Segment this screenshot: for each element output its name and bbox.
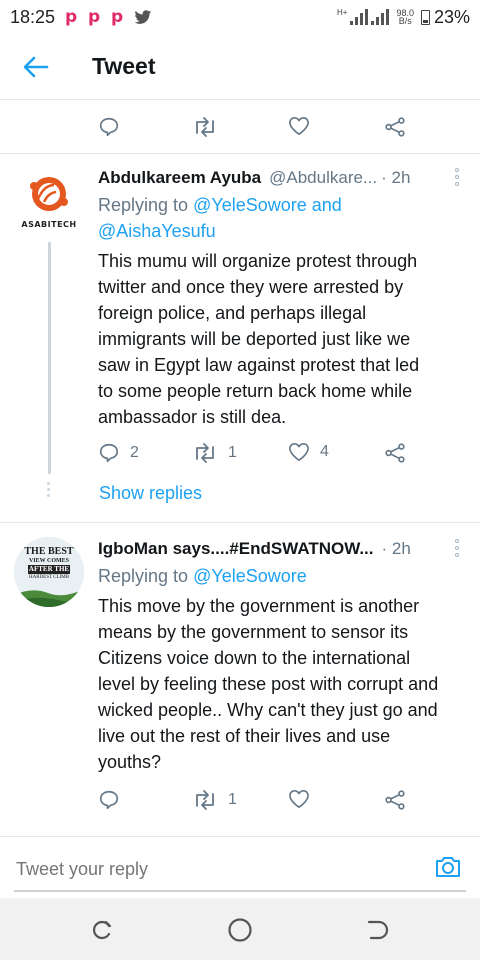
show-replies-link[interactable]: Show replies	[99, 483, 202, 504]
retweet-button[interactable]	[192, 116, 218, 138]
author-name[interactable]: IgboMan says....#EndSWATNOW...	[98, 539, 374, 559]
mention-link[interactable]: @YeleSowore	[193, 566, 307, 586]
reply-icon	[99, 790, 119, 810]
retweet-button[interactable]: 1	[192, 442, 237, 464]
reply-button[interactable]: 2	[98, 442, 139, 464]
back-nav-button[interactable]	[365, 917, 391, 943]
tweet-body: This mumu will organize protest through …	[98, 251, 420, 427]
avatar-caption: ASABITECH	[21, 220, 77, 229]
share-icon	[385, 790, 405, 810]
tweet-actions: 2 1 4	[98, 442, 418, 466]
like-button[interactable]: 4	[288, 442, 329, 462]
replying-to: Replying to @YeleSowore and @AishaYesufu	[98, 195, 342, 241]
signal-bars-icon	[371, 9, 390, 25]
reply-composer	[0, 836, 480, 898]
retweet-count: 1	[228, 791, 237, 808]
home-button[interactable]	[227, 917, 253, 943]
like-icon	[289, 117, 309, 135]
tweet-reply-input[interactable]	[16, 859, 396, 880]
reply-count: 2	[130, 444, 139, 461]
main-tweet-actions	[98, 116, 418, 140]
battery-indicator: 23%	[420, 7, 470, 28]
mention-link[interactable]: @YeleSowore and	[193, 195, 342, 215]
reply-tweet[interactable]: ASABITECH Abdulkareem Ayuba @Abdulkare..…	[0, 154, 480, 522]
battery-icon	[420, 9, 430, 25]
tweet-header: Abdulkareem Ayuba @Abdulkare... · 2h	[98, 168, 440, 188]
network-indicator: H+	[336, 8, 390, 25]
more-icon	[455, 539, 459, 543]
app-notification-icon: p	[65, 7, 78, 27]
app-notification-icon: p	[88, 7, 101, 27]
share-button[interactable]	[384, 442, 406, 464]
tweet-actions: 1	[98, 789, 418, 813]
more-options-button[interactable]	[454, 539, 460, 559]
network-speed: 98.0 B/s	[396, 8, 414, 26]
reply-icon	[99, 117, 119, 137]
back-nav-icon	[367, 920, 389, 940]
network-type: H+	[336, 8, 348, 17]
like-icon	[289, 790, 309, 808]
camera-icon	[436, 857, 460, 877]
reply-button[interactable]	[98, 789, 120, 811]
author-name[interactable]: Abdulkareem Ayuba	[98, 168, 261, 188]
like-button[interactable]	[288, 789, 310, 809]
tweet-time: · 2h	[381, 539, 411, 558]
retweet-count: 1	[228, 444, 237, 461]
author-handle[interactable]: @Abdulkare...	[269, 168, 377, 188]
thread-continuation-dots	[47, 482, 51, 500]
like-button[interactable]	[288, 116, 310, 136]
back-button[interactable]	[22, 53, 50, 81]
thread-line	[48, 242, 51, 474]
avatar[interactable]: ASABITECH	[14, 166, 84, 236]
share-button[interactable]	[384, 789, 406, 811]
retweet-icon	[196, 443, 214, 463]
home-icon	[228, 918, 252, 942]
status-time: 18:25	[10, 6, 56, 27]
app-notification-icon: p	[111, 7, 124, 27]
share-button[interactable]	[384, 116, 406, 138]
app-header: Tweet	[0, 34, 480, 100]
tweet-header: IgboMan says....#EndSWATNOW... · 2h	[98, 539, 440, 559]
share-icon	[385, 117, 405, 137]
signal-bars-icon	[350, 9, 369, 25]
input-underline	[14, 890, 466, 892]
avatar-quote: THE BEST VIEW COMES AFTER THE HARDEST CL…	[24, 546, 74, 581]
recent-apps-icon	[92, 920, 112, 940]
status-bar: 18:25 p p p H+ 98.0 B/s 23%	[0, 0, 480, 34]
retweet-icon	[196, 117, 214, 137]
reply-tweet[interactable]: THE BEST VIEW COMES AFTER THE HARDEST CL…	[0, 523, 480, 835]
page-title: Tweet	[92, 53, 156, 79]
like-icon	[289, 443, 309, 461]
mention-link[interactable]: @AishaYesufu	[98, 221, 216, 241]
replying-to: Replying to @YeleSowore	[98, 566, 307, 586]
tweet-body: This move by the government is another m…	[98, 596, 439, 772]
system-navigation-bar	[0, 898, 480, 960]
avatar[interactable]: THE BEST VIEW COMES AFTER THE HARDEST CL…	[14, 537, 84, 607]
reply-icon	[99, 443, 119, 463]
like-count: 4	[320, 443, 329, 460]
recent-apps-button[interactable]	[89, 917, 115, 943]
retweet-icon	[196, 790, 214, 810]
share-icon	[385, 443, 405, 463]
tweet-time: · 2h	[381, 168, 411, 187]
back-arrow-icon	[23, 56, 49, 77]
more-options-button[interactable]	[454, 168, 460, 188]
twitter-bird-icon	[134, 9, 152, 24]
more-icon	[455, 168, 459, 172]
camera-button[interactable]	[434, 853, 462, 881]
retweet-button[interactable]: 1	[192, 789, 237, 811]
reply-button[interactable]	[98, 116, 120, 138]
